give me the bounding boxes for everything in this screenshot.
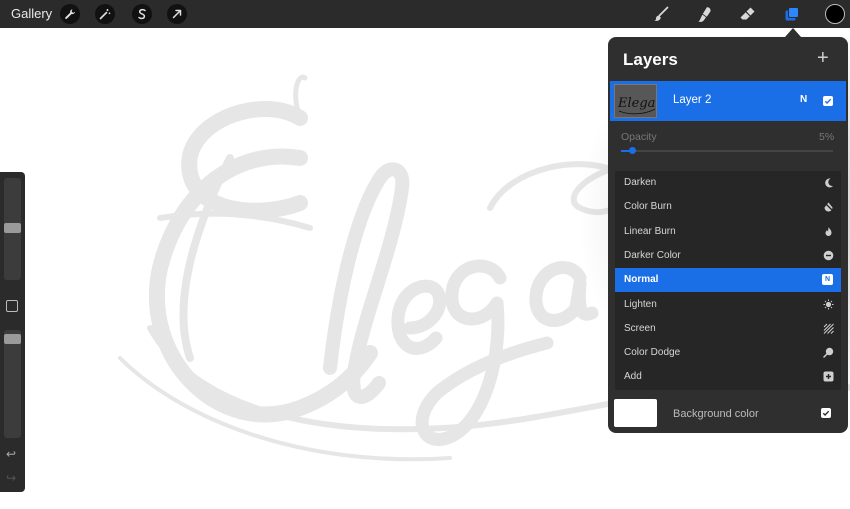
brush-icon[interactable]	[651, 4, 671, 24]
layer-name: Layer 2	[673, 94, 712, 106]
blend-mode-lighten[interactable]: Lighten	[615, 293, 841, 317]
layer-row-layer-2[interactable]: Elegant Layer 2 N	[610, 81, 846, 121]
brush-opacity-thumb[interactable]	[4, 334, 21, 344]
background-color-swatch[interactable]	[614, 399, 657, 427]
thumbnail-lettering: Elegant	[617, 96, 657, 111]
blend-mode-label: Normal	[624, 274, 659, 286]
blend-mode-label: Darken	[624, 177, 657, 188]
background-layer-name: Background color	[673, 408, 759, 420]
hatch-icon	[823, 323, 834, 334]
blend-mode-button[interactable]: N	[800, 94, 807, 105]
blend-mode-label: Add	[624, 371, 642, 383]
opacity-slider-knob[interactable]	[628, 147, 636, 154]
moon-icon	[823, 177, 834, 188]
opacity-value: 5%	[819, 131, 835, 143]
layer-thumbnail: Elegant	[614, 84, 657, 118]
background-visibility-checkbox[interactable]	[821, 408, 831, 418]
blend-mode-darken[interactable]: Darken	[615, 171, 841, 195]
checkmark-icon	[822, 410, 830, 417]
wrench-icon[interactable]	[60, 4, 80, 24]
smudge-icon[interactable]	[695, 4, 715, 24]
top-toolbar: Gallery	[0, 0, 850, 28]
modify-button[interactable]	[6, 300, 18, 312]
blend-mode-label: Color Burn	[624, 201, 672, 213]
blend-mode-list: Darken Color Burn Linear Burn Darker Color N…	[615, 171, 841, 390]
opacity-slider[interactable]	[621, 147, 833, 154]
checkmark-icon	[824, 98, 832, 105]
blend-mode-linear-burn[interactable]: Linear Burn	[615, 220, 841, 244]
blend-mode-darker-color[interactable]: Darker Color	[615, 244, 841, 268]
blend-mode-add[interactable]: Add	[615, 365, 841, 389]
panel-title: Layers	[623, 50, 678, 69]
transform-arrow-icon[interactable]	[167, 4, 187, 24]
layers-icon[interactable]	[782, 4, 802, 24]
opacity-label: Opacity	[621, 131, 657, 143]
magic-wand-icon[interactable]	[95, 4, 115, 24]
burn-icon	[823, 201, 834, 212]
eraser-icon[interactable]	[738, 4, 758, 24]
gallery-button[interactable]: Gallery	[11, 6, 52, 21]
blend-mode-screen[interactable]: Screen	[615, 317, 841, 341]
layer-visibility-checkbox[interactable]	[823, 96, 833, 106]
minus-circle-icon	[823, 250, 834, 261]
layer-row-background[interactable]: Background color	[608, 395, 848, 433]
blend-mode-label: Lighten	[624, 298, 657, 310]
n-badge-icon: N	[822, 274, 833, 286]
layers-panel: Layers + Elegant Layer 2 N Opacity 5% Da…	[608, 37, 848, 433]
blend-mode-color-dodge[interactable]: Color Dodge	[615, 341, 841, 365]
brush-size-thumb[interactable]	[4, 223, 21, 233]
color-picker-button[interactable]	[825, 4, 845, 24]
blend-mode-label: Screen	[624, 322, 656, 334]
flame-icon	[823, 226, 834, 237]
blend-mode-label: Darker Color	[624, 249, 681, 261]
add-layer-button[interactable]: +	[817, 48, 829, 68]
brush-opacity-slider[interactable]	[4, 330, 21, 438]
blend-mode-label: Linear Burn	[624, 225, 676, 237]
blend-mode-label: Color Dodge	[624, 347, 681, 359]
redo-icon[interactable]: ↪	[6, 472, 16, 484]
undo-icon[interactable]: ↩	[6, 448, 16, 460]
blend-mode-normal[interactable]: Normal N	[615, 268, 841, 293]
left-sidebar: ↩ ↪	[0, 172, 25, 492]
sun-icon	[823, 299, 834, 310]
dodge-icon	[823, 347, 834, 358]
plus-square-icon	[823, 371, 834, 382]
selection-s-icon[interactable]	[132, 4, 152, 24]
blend-mode-color-burn[interactable]: Color Burn	[615, 195, 841, 219]
panel-caret	[785, 28, 801, 37]
